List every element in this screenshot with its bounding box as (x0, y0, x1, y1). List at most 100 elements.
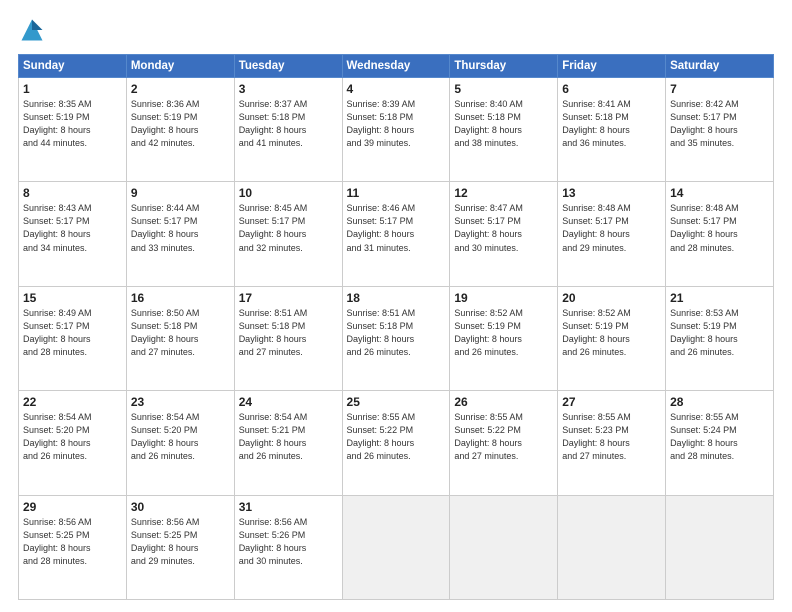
day-number: 15 (23, 291, 122, 305)
day-info: Sunrise: 8:56 AMSunset: 5:25 PMDaylight:… (23, 516, 122, 568)
logo-icon (18, 16, 46, 44)
day-info: Sunrise: 8:46 AMSunset: 5:17 PMDaylight:… (347, 202, 446, 254)
day-number: 14 (670, 186, 769, 200)
days-of-week-row: SundayMondayTuesdayWednesdayThursdayFrid… (19, 55, 774, 78)
day-info: Sunrise: 8:52 AMSunset: 5:19 PMDaylight:… (562, 307, 661, 359)
calendar-cell: 11 Sunrise: 8:46 AMSunset: 5:17 PMDayligh… (342, 182, 450, 286)
calendar-cell: 26 Sunrise: 8:55 AMSunset: 5:22 PMDayligh… (450, 391, 558, 495)
day-info: Sunrise: 8:52 AMSunset: 5:19 PMDaylight:… (454, 307, 553, 359)
day-info: Sunrise: 8:42 AMSunset: 5:17 PMDaylight:… (670, 98, 769, 150)
day-number: 19 (454, 291, 553, 305)
day-number: 2 (131, 82, 230, 96)
day-info: Sunrise: 8:48 AMSunset: 5:17 PMDaylight:… (562, 202, 661, 254)
calendar-cell: 6Sunrise: 8:41 AMSunset: 5:18 PMDaylight… (558, 78, 666, 182)
day-info: Sunrise: 8:54 AMSunset: 5:20 PMDaylight:… (23, 411, 122, 463)
calendar-cell: 13 Sunrise: 8:48 AMSunset: 5:17 PMDayligh… (558, 182, 666, 286)
calendar-cell: 20Sunrise: 8:52 AMSunset: 5:19 PMDayligh… (558, 286, 666, 390)
calendar-cell: 27 Sunrise: 8:55 AMSunset: 5:23 PMDayligh… (558, 391, 666, 495)
calendar-cell: 24 Sunrise: 8:54 AMSunset: 5:21 PMDayligh… (234, 391, 342, 495)
day-number: 10 (239, 186, 338, 200)
day-info: Sunrise: 8:51 AMSunset: 5:18 PMDaylight:… (239, 307, 338, 359)
day-info: Sunrise: 8:44 AMSunset: 5:17 PMDaylight:… (131, 202, 230, 254)
calendar-week-row: 22 Sunrise: 8:54 AMSunset: 5:20 PMDayligh… (19, 391, 774, 495)
day-info: Sunrise: 8:56 AMSunset: 5:25 PMDaylight:… (131, 516, 230, 568)
day-info: Sunrise: 8:55 AMSunset: 5:22 PMDaylight:… (454, 411, 553, 463)
calendar-cell: 2 Sunrise: 8:36 AMSunset: 5:19 PMDaylight… (126, 78, 234, 182)
day-number: 27 (562, 395, 661, 409)
page: SundayMondayTuesdayWednesdayThursdayFrid… (0, 0, 792, 612)
calendar-cell: 22 Sunrise: 8:54 AMSunset: 5:20 PMDayligh… (19, 391, 127, 495)
calendar-cell: 9 Sunrise: 8:44 AMSunset: 5:17 PMDaylight… (126, 182, 234, 286)
calendar-week-row: 8 Sunrise: 8:43 AMSunset: 5:17 PMDaylight… (19, 182, 774, 286)
day-info: Sunrise: 8:39 AMSunset: 5:18 PMDaylight:… (347, 98, 446, 150)
day-number: 1 (23, 82, 122, 96)
calendar-cell (450, 495, 558, 599)
calendar-cell: 1Sunrise: 8:35 AMSunset: 5:19 PMDaylight… (19, 78, 127, 182)
day-info: Sunrise: 8:49 AMSunset: 5:17 PMDaylight:… (23, 307, 122, 359)
day-info: Sunrise: 8:47 AMSunset: 5:17 PMDaylight:… (454, 202, 553, 254)
day-number: 3 (239, 82, 338, 96)
day-info: Sunrise: 8:55 AMSunset: 5:24 PMDaylight:… (670, 411, 769, 463)
day-number: 26 (454, 395, 553, 409)
day-info: Sunrise: 8:43 AMSunset: 5:17 PMDaylight:… (23, 202, 122, 254)
day-number: 5 (454, 82, 553, 96)
calendar-cell: 25 Sunrise: 8:55 AMSunset: 5:22 PMDayligh… (342, 391, 450, 495)
day-number: 12 (454, 186, 553, 200)
day-of-week-header: Thursday (450, 55, 558, 78)
calendar-cell: 10 Sunrise: 8:45 AMSunset: 5:17 PMDayligh… (234, 182, 342, 286)
calendar-cell: 28 Sunrise: 8:55 AMSunset: 5:24 PMDayligh… (666, 391, 774, 495)
day-number: 4 (347, 82, 446, 96)
calendar-cell: 21 Sunrise: 8:53 AMSunset: 5:19 PMDayligh… (666, 286, 774, 390)
day-info: Sunrise: 8:54 AMSunset: 5:21 PMDaylight:… (239, 411, 338, 463)
day-number: 7 (670, 82, 769, 96)
calendar-cell: 8 Sunrise: 8:43 AMSunset: 5:17 PMDaylight… (19, 182, 127, 286)
calendar-week-row: 15 Sunrise: 8:49 AMSunset: 5:17 PMDayligh… (19, 286, 774, 390)
day-of-week-header: Monday (126, 55, 234, 78)
calendar-cell: 14 Sunrise: 8:48 AMSunset: 5:17 PMDayligh… (666, 182, 774, 286)
day-number: 17 (239, 291, 338, 305)
day-info: Sunrise: 8:56 AMSunset: 5:26 PMDaylight:… (239, 516, 338, 568)
day-number: 11 (347, 186, 446, 200)
day-info: Sunrise: 8:50 AMSunset: 5:18 PMDaylight:… (131, 307, 230, 359)
calendar-cell: 15 Sunrise: 8:49 AMSunset: 5:17 PMDayligh… (19, 286, 127, 390)
day-info: Sunrise: 8:54 AMSunset: 5:20 PMDaylight:… (131, 411, 230, 463)
day-number: 28 (670, 395, 769, 409)
day-number: 8 (23, 186, 122, 200)
day-info: Sunrise: 8:48 AMSunset: 5:17 PMDaylight:… (670, 202, 769, 254)
calendar-week-row: 29 Sunrise: 8:56 AMSunset: 5:25 PMDayligh… (19, 495, 774, 599)
day-number: 31 (239, 500, 338, 514)
day-info: Sunrise: 8:40 AMSunset: 5:18 PMDaylight:… (454, 98, 553, 150)
day-number: 22 (23, 395, 122, 409)
calendar-cell: 30Sunrise: 8:56 AMSunset: 5:25 PMDayligh… (126, 495, 234, 599)
day-number: 16 (131, 291, 230, 305)
day-number: 24 (239, 395, 338, 409)
calendar-cell: 16 Sunrise: 8:50 AMSunset: 5:18 PMDayligh… (126, 286, 234, 390)
day-number: 9 (131, 186, 230, 200)
logo (18, 16, 50, 44)
calendar-cell: 19 Sunrise: 8:52 AMSunset: 5:19 PMDayligh… (450, 286, 558, 390)
calendar-cell: 4 Sunrise: 8:39 AMSunset: 5:18 PMDaylight… (342, 78, 450, 182)
calendar-cell: 7 Sunrise: 8:42 AMSunset: 5:17 PMDaylight… (666, 78, 774, 182)
day-of-week-header: Saturday (666, 55, 774, 78)
day-info: Sunrise: 8:55 AMSunset: 5:23 PMDaylight:… (562, 411, 661, 463)
calendar-cell: 18Sunrise: 8:51 AMSunset: 5:18 PMDayligh… (342, 286, 450, 390)
day-number: 18 (347, 291, 446, 305)
day-info: Sunrise: 8:41 AMSunset: 5:18 PMDaylight:… (562, 98, 661, 150)
day-number: 21 (670, 291, 769, 305)
day-of-week-header: Friday (558, 55, 666, 78)
day-info: Sunrise: 8:53 AMSunset: 5:19 PMDaylight:… (670, 307, 769, 359)
day-number: 23 (131, 395, 230, 409)
day-info: Sunrise: 8:55 AMSunset: 5:22 PMDaylight:… (347, 411, 446, 463)
day-number: 25 (347, 395, 446, 409)
day-number: 29 (23, 500, 122, 514)
calendar-cell (342, 495, 450, 599)
calendar-cell (666, 495, 774, 599)
calendar-cell: 5 Sunrise: 8:40 AMSunset: 5:18 PMDaylight… (450, 78, 558, 182)
day-info: Sunrise: 8:45 AMSunset: 5:17 PMDaylight:… (239, 202, 338, 254)
day-number: 13 (562, 186, 661, 200)
calendar-cell: 31 Sunrise: 8:56 AMSunset: 5:26 PMDayligh… (234, 495, 342, 599)
calendar-cell: 3Sunrise: 8:37 AMSunset: 5:18 PMDaylight… (234, 78, 342, 182)
day-of-week-header: Sunday (19, 55, 127, 78)
day-info: Sunrise: 8:36 AMSunset: 5:19 PMDaylight:… (131, 98, 230, 150)
calendar-header: SundayMondayTuesdayWednesdayThursdayFrid… (19, 55, 774, 78)
